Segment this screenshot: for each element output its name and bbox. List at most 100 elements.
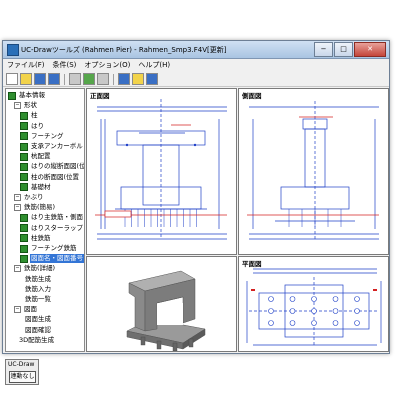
maximize-button[interactable]: □ [334,42,353,57]
pile-circle [289,308,296,314]
tree-item[interactable]: 図面確認 [20,326,52,335]
tree-item[interactable]: 鉄筋生成 [20,275,52,284]
pile-circle [332,308,339,314]
3d-model-pane[interactable] [86,256,237,352]
toolbar-separator [113,73,114,85]
3d-model-render [126,270,206,351]
save-icon[interactable] [34,73,46,85]
check-icon [20,173,28,182]
menu-bar: ファイル(F) 条件(S) オプション(O) ヘルプ(H) [3,59,389,71]
pile-shape [156,340,162,350]
tree-item[interactable]: 柱鉄筋 [20,234,52,243]
tree-item-label: 3D配筋生成 [19,335,55,344]
app-icon [7,44,19,56]
import-icon[interactable] [118,73,130,85]
tree-item-label: 基本情報 [19,91,45,99]
toolbar [3,72,389,87]
tree-item-label: 杭配置 [31,152,51,161]
pile-circle [311,308,317,314]
pile-shape [188,338,194,348]
pile-circle [354,320,360,326]
check-icon [20,162,28,171]
tree-expander-icon[interactable]: − [14,265,21,273]
tree-item[interactable]: 鉄筋一覧 [20,295,52,304]
tree-item[interactable]: はりスターラップ・F [20,223,84,233]
tree-item[interactable]: はり [20,122,45,131]
info-icon[interactable] [146,73,158,85]
pile-circle [354,296,360,302]
tree-item[interactable]: フーチング鉄筋 [20,244,78,253]
front-view-pane[interactable]: 正面図 [86,88,237,255]
tree-item[interactable]: 鉄筋入力 [20,285,52,294]
side-view-pane[interactable]: 側面図 [238,88,389,255]
tree-item-label: はり [31,121,44,130]
tree-item[interactable]: はり主鉄筋・側面 [20,213,84,222]
tree-item-label: 柱鉄筋 [31,233,51,242]
tree-item-label: 支承アンカーボルト [31,142,85,150]
tree-expander-icon[interactable]: − [14,102,21,110]
tree-item-label: 図面名・図面番号 [30,254,84,264]
tree-item-label: 柱の断面図(位置 [31,172,80,181]
tree-item-label: 鉄筋生成 [25,274,51,283]
tree-item-label: 柱 [31,111,38,120]
tree-item[interactable]: はりの縦断面図(位 [20,162,84,171]
pile-shape [140,336,146,346]
tree-item[interactable]: − 形状 [14,101,38,110]
tree-expander-icon[interactable]: − [14,204,21,212]
tree-item-label: 鉄筋(詳細) [24,264,56,273]
check-icon[interactable] [83,73,95,85]
close-button[interactable]: ✕ [354,42,386,57]
tree-item[interactable]: フーチング [20,132,65,141]
menu-options[interactable]: オプション(O) [84,60,130,70]
menu-help[interactable]: ヘルプ(H) [138,60,170,70]
title-bar[interactable]: UC-Drawツールズ (Rahmen Pier) - Rahmen_Smp3.… [3,41,389,59]
tree-item[interactable]: 支承アンカーボルト [20,142,85,151]
tree-item-label: はり主鉄筋・側面 [31,213,83,222]
window-title: UC-Drawツールズ (Rahmen Pier) - Rahmen_Smp3.… [21,46,227,54]
tree-item[interactable]: − 鉄筋(詳細) [14,264,56,273]
print-icon[interactable] [69,73,81,85]
check-icon [20,244,28,253]
tree-expander-icon[interactable]: − [14,194,21,201]
help-icon[interactable] [132,73,144,85]
tree-item-label: はりスターラップ・F [31,223,84,232]
tree-item[interactable]: 図面生成 [20,315,52,324]
toolbar-separator [64,73,65,85]
link-toggle-button[interactable]: 連動なし [9,371,36,383]
launcher-caption: UC-Draw [8,361,35,368]
check-icon [20,254,28,263]
tree-item-label: フーチング鉄筋 [31,244,77,252]
tree-item[interactable]: − 図面 [14,305,38,314]
tree-item[interactable]: 図面名・図面番号 [20,254,84,264]
tree-item[interactable]: 柱の断面図(位置 [20,173,80,182]
check-icon [20,122,28,131]
tree-item-label: 鉄筋(簡易) [24,203,56,212]
level-label-box [104,210,132,218]
open-icon[interactable] [20,73,32,85]
tree-item[interactable]: 柱 [20,111,39,120]
menu-conditions[interactable]: 条件(S) [53,60,77,70]
tree-item-label: 図面生成 [25,315,51,324]
export-icon[interactable] [97,73,109,85]
pile-circle [332,296,339,302]
minimize-button[interactable]: − [314,42,333,57]
pile-circle [289,296,296,302]
plan-view-pane[interactable]: 平面図 [238,256,389,352]
tree-item[interactable]: − かぶり [14,193,45,202]
tree-expander-icon[interactable]: − [14,306,21,314]
tree-item[interactable]: 杭配置 [20,152,52,161]
save-as-icon[interactable] [48,73,60,85]
menu-file[interactable]: ファイル(F) [7,60,45,70]
tree-item-label: 鉄筋入力 [25,284,51,293]
new-icon[interactable] [6,73,18,85]
front-view-drawing [95,99,227,240]
check-icon [20,152,28,161]
tree-item[interactable]: 基礎材 [20,183,52,192]
tree-item[interactable]: − 鉄筋(簡易) [14,203,56,212]
tree-item[interactable]: 3D配筋生成 [14,336,55,345]
check-icon [20,213,28,222]
pile-circle [268,320,274,326]
tree-item[interactable]: 基本情報 [8,91,46,100]
check-icon [8,91,16,100]
check-icon [20,183,28,192]
